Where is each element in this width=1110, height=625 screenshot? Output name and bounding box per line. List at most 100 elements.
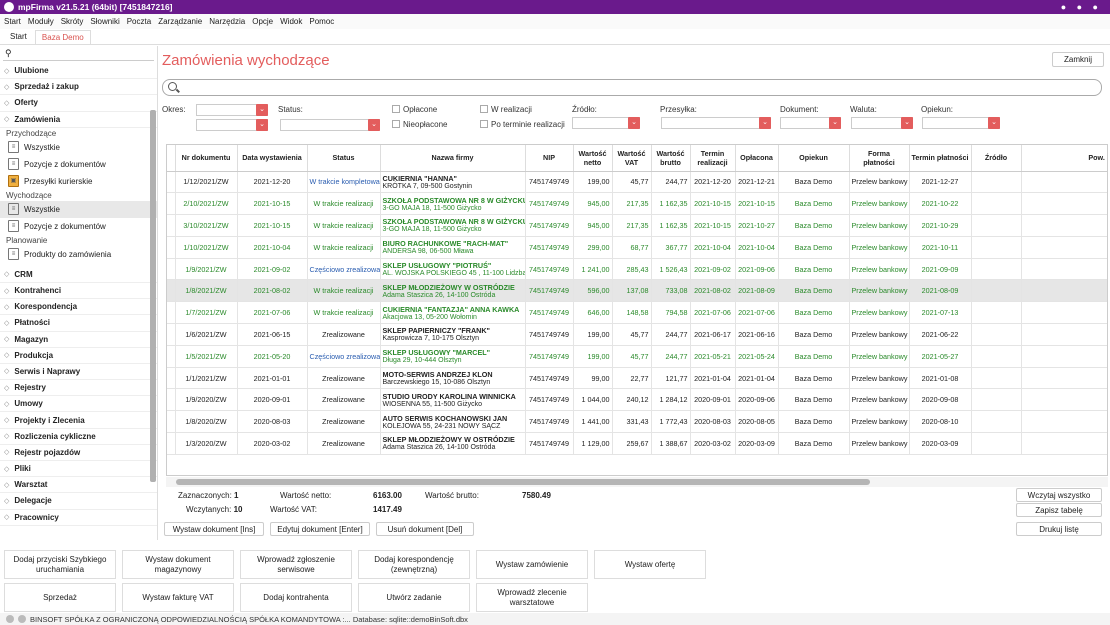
sidebar-group-groups_bottom-10[interactable]: ◇ Rozliczenia cykliczne xyxy=(0,429,157,445)
sidebar-scrollbar[interactable] xyxy=(150,110,156,482)
table-row[interactable]: 1/5/2021/ZW 2021-05-20 Częściowo zrealizow… xyxy=(167,345,1107,368)
drukuj-liste-button[interactable]: Drukuj listę xyxy=(1016,522,1102,536)
sidebar-group-groups_bottom-12[interactable]: ◇ Pliki xyxy=(0,461,157,478)
row-selector[interactable] xyxy=(167,258,176,281)
menu-item-4[interactable]: Poczta xyxy=(127,17,151,26)
sidebar-item-produkty[interactable]: ≡ Produkty do zamówienia xyxy=(0,246,157,263)
table-row[interactable]: 1/9/2021/ZW 2021-09-02 Częściowo zrealizow… xyxy=(167,258,1107,281)
menu-item-1[interactable]: Moduły xyxy=(28,17,54,26)
row-selector[interactable] xyxy=(167,192,176,216)
table-row[interactable]: 1/7/2021/ZW 2021-07-06 W trakcie realizacj… xyxy=(167,301,1107,325)
sidebar-group-groups_bottom-4[interactable]: ◇ Magazyn xyxy=(0,332,157,348)
quick-button-0-1[interactable]: Wystaw dokument magazynowy xyxy=(122,550,234,579)
sidebar-group-groups_bottom-5[interactable]: ◇ Produkcja xyxy=(0,348,157,364)
row-selector[interactable] xyxy=(167,323,176,346)
table-row[interactable]: 1/8/2020/ZW 2020-08-03 Zrealizowane AUTO SE… xyxy=(167,410,1107,434)
zapisz-tabele-button[interactable]: Zapisz tabelę xyxy=(1016,503,1102,517)
table-row[interactable]: 1/3/2020/ZW 2020-03-02 Zrealizowane SKLEP M… xyxy=(167,432,1107,455)
table-header-0[interactable]: Nr dokumentu xyxy=(175,145,238,172)
opiekun-select[interactable]: ⌄ xyxy=(922,117,1000,129)
row-selector[interactable] xyxy=(167,410,176,434)
window-controls-icon[interactable]: ● ● ● xyxy=(1061,2,1102,12)
sidebar-item-wychodzace-pozycje[interactable]: ≡ Pozycje z dokumentów xyxy=(0,218,157,235)
row-selector[interactable] xyxy=(167,279,176,303)
row-selector[interactable] xyxy=(167,388,176,412)
w-realizacji-checkbox[interactable] xyxy=(480,105,488,113)
row-selector[interactable] xyxy=(167,171,176,194)
row-selector[interactable] xyxy=(167,432,176,455)
sidebar-group-groups_top-1[interactable]: ◇ Sprzedaż i zakup xyxy=(0,79,157,96)
row-selector[interactable] xyxy=(167,301,176,325)
sidebar-group-groups_bottom-8[interactable]: ◇ Umowy xyxy=(0,396,157,413)
menu-item-5[interactable]: Zarządzanie xyxy=(158,17,202,26)
quick-button-1-1[interactable]: Wystaw fakturę VAT xyxy=(122,583,234,612)
sidebar-item-wychodzace-wszystkie[interactable]: ≡ Wszystkie xyxy=(0,200,157,218)
table-header-9[interactable]: Opłacona xyxy=(735,145,779,172)
sidebar-group-groups_bottom-14[interactable]: ◇ Delegacje xyxy=(0,493,157,510)
menu-item-9[interactable]: Pomoc xyxy=(309,17,334,26)
nieoplacone-checkbox[interactable] xyxy=(392,120,400,128)
waluta-select[interactable]: ⌄ xyxy=(851,117,913,129)
edytuj-dokument-button[interactable]: Edytuj dokument [Enter] xyxy=(270,522,370,536)
sidebar-group-groups_top-2[interactable]: ◇ Oferty xyxy=(0,95,157,112)
table-row[interactable]: 1/8/2021/ZW 2021-08-02 W trakcie realizacj… xyxy=(167,279,1107,303)
menu-item-6[interactable]: Narzędzia xyxy=(209,17,245,26)
quick-button-0-0[interactable]: Dodaj przyciski Szybkiego uruchamiania xyxy=(4,550,116,579)
quick-button-0-2[interactable]: Wprowadź zgłoszenie serwisowe xyxy=(240,550,352,579)
table-header-13[interactable]: Źródło xyxy=(971,145,1022,172)
sidebar-group-groups_bottom-9[interactable]: ◇ Projekty i Zlecenia xyxy=(0,412,157,429)
row-selector[interactable] xyxy=(167,236,176,259)
table-header-6[interactable]: Wartość VAT xyxy=(612,145,652,172)
table-row[interactable]: 3/10/2021/ZW 2021-10-15 W trakcie realizac… xyxy=(167,214,1107,237)
okres-from-select[interactable]: ⌄ xyxy=(196,104,268,116)
quick-button-1-3[interactable]: Utwórz zadanie xyxy=(358,583,470,612)
sidebar-search-input[interactable]: ⚲ xyxy=(3,48,154,61)
sidebar-item-przesylki[interactable]: ▣ Przesyłki kurierskie xyxy=(0,173,157,190)
status-select[interactable]: ⌄ xyxy=(280,119,380,131)
menu-item-7[interactable]: Opcje xyxy=(252,17,273,26)
table-row[interactable]: 1/6/2021/ZW 2021-06-15 Zrealizowane SKLEP P… xyxy=(167,323,1107,346)
quick-button-1-4[interactable]: Wprowadź zlecenie warsztatowe xyxy=(476,583,588,612)
table-row[interactable]: 2/10/2021/ZW 2021-10-15 W trakcie realizac… xyxy=(167,192,1107,216)
tab-baza-demo[interactable]: Baza Demo xyxy=(34,30,91,44)
sidebar-group-groups_bottom-3[interactable]: ◇ Płatności xyxy=(0,315,157,332)
table-header-5[interactable]: Wartość netto xyxy=(573,145,613,172)
scrollbar-thumb[interactable] xyxy=(176,479,870,485)
sidebar-item-przychodzace-pozycje[interactable]: ≡ Pozycje z dokumentów xyxy=(0,156,157,173)
sidebar-group-groups_bottom-7[interactable]: ◇ Rejestry xyxy=(0,380,157,397)
sidebar-group-groups_bottom-0[interactable]: ◇ CRM xyxy=(0,267,157,283)
table-header-12[interactable]: Termin płatności xyxy=(909,145,972,172)
usun-dokument-button[interactable]: Usuń dokument [Del] xyxy=(376,522,474,536)
row-selector[interactable] xyxy=(167,214,176,237)
quick-button-0-3[interactable]: Dodaj korespondencję (zewnętrzną) xyxy=(358,550,470,579)
dokument-select[interactable]: ⌄ xyxy=(780,117,841,129)
sidebar-group-groups_bottom-1[interactable]: ◇ Kontrahenci xyxy=(0,283,157,300)
table-header-1[interactable]: Data wystawienia xyxy=(237,145,308,172)
table-header-10[interactable]: Opiekun xyxy=(778,145,850,172)
po-terminie-checkbox[interactable] xyxy=(480,120,488,128)
table-header-11[interactable]: Forma płatności xyxy=(849,145,910,172)
menu-item-0[interactable]: Start xyxy=(4,17,21,26)
quick-button-0-5[interactable]: Wystaw ofertę xyxy=(594,550,706,579)
wczytaj-wszystko-button[interactable]: Wczytaj wszystko xyxy=(1016,488,1102,502)
tab-start[interactable]: Start xyxy=(4,30,33,44)
przesylka-select[interactable]: ⌄ xyxy=(661,117,771,129)
table-row[interactable]: 1/1/2021/ZW 2021-01-01 Zrealizowane MOTO-SE… xyxy=(167,367,1107,390)
table-header-8[interactable]: Termin realizacji xyxy=(690,145,736,172)
horizontal-scrollbar[interactable] xyxy=(166,477,1108,487)
search-input[interactable] xyxy=(162,79,1102,96)
sidebar-group-groups_bottom-2[interactable]: ◇ Korespondencja xyxy=(0,299,157,316)
table-row[interactable]: 1/12/2021/ZW 2021-12-20 W trakcie kompleto… xyxy=(167,171,1107,194)
quick-button-1-0[interactable]: Sprzedaż xyxy=(4,583,116,612)
oplacone-checkbox[interactable] xyxy=(392,105,400,113)
quick-button-1-2[interactable]: Dodaj kontrahenta xyxy=(240,583,352,612)
menu-item-8[interactable]: Widok xyxy=(280,17,302,26)
table-row[interactable]: 1/9/2020/ZW 2020-09-01 Zrealizowane STUDIO … xyxy=(167,388,1107,412)
zrodlo-select[interactable]: ⌄ xyxy=(572,117,640,129)
sidebar-group-groups_bottom-11[interactable]: ◇ Rejestr pojazdów xyxy=(0,445,157,461)
menu-item-2[interactable]: Skróty xyxy=(61,17,84,26)
table-header-3[interactable]: Nazwa firmy xyxy=(380,145,526,172)
table-header-7[interactable]: Wartość brutto xyxy=(651,145,691,172)
quick-button-0-4[interactable]: Wystaw zamówienie xyxy=(476,550,588,579)
table-header-14[interactable]: Pow. dok xyxy=(1021,145,1107,172)
